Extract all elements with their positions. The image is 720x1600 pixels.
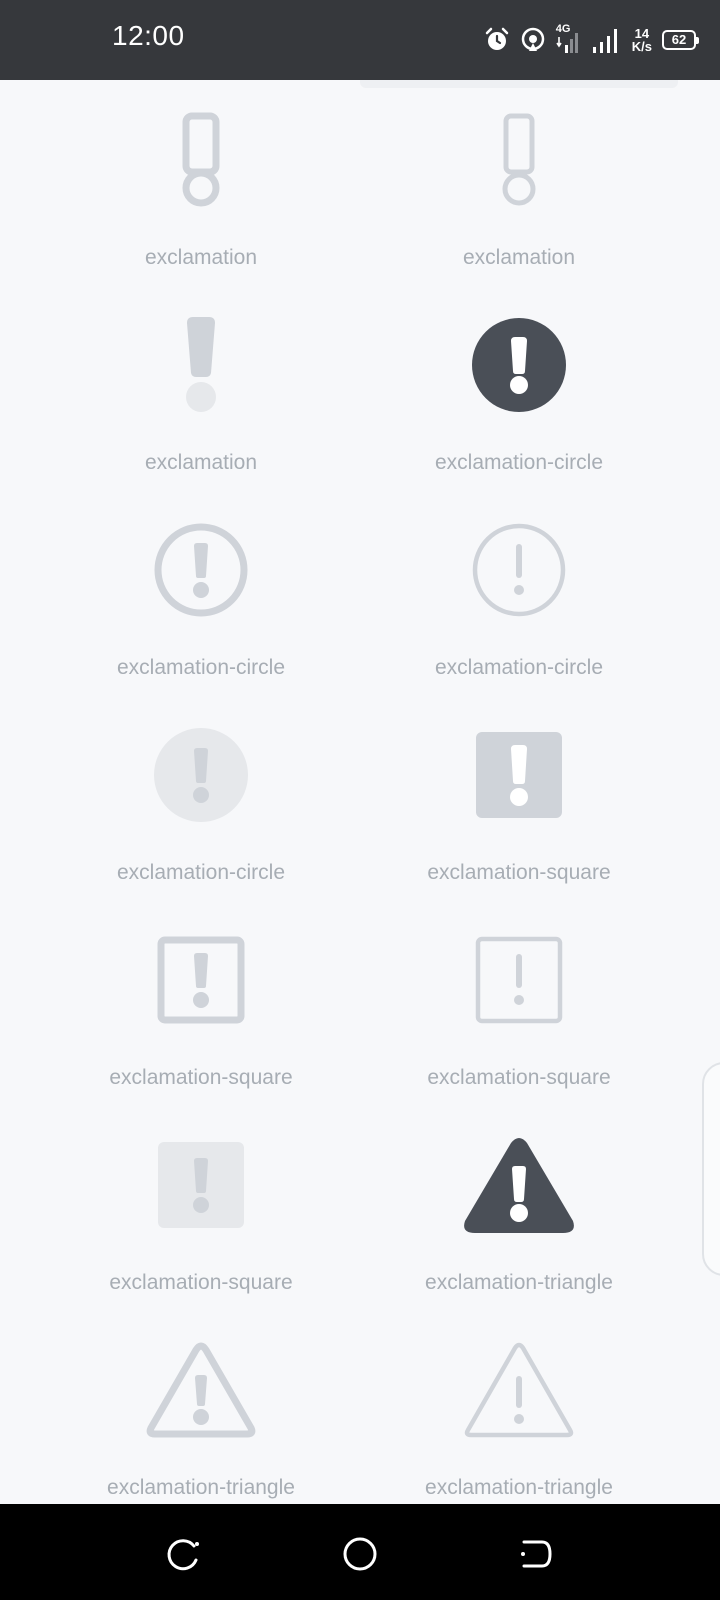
exclamation-square-icon — [476, 732, 562, 818]
icon-label: exclamation-square — [109, 1066, 293, 1089]
home-button[interactable] — [340, 1534, 380, 1574]
icon-cell[interactable]: exclamation-square — [36, 900, 366, 1105]
icon-cell[interactable]: exclamation-circle — [354, 285, 684, 490]
exclamation-icon — [186, 317, 216, 412]
icon-cell[interactable]: exclamation-square — [354, 900, 684, 1105]
icon-label: exclamation — [144, 246, 258, 269]
icon-cell[interactable]: exclamation-triangle — [354, 1105, 684, 1310]
status-bar: 12:00 4G 14 K/s 62 — [0, 0, 720, 80]
navigation-bar — [0, 1504, 720, 1600]
icon-grid: exclamation exclamation exclamation excl… — [0, 80, 720, 1504]
hotspot-icon — [521, 27, 545, 51]
status-icons: 4G 14 K/s 62 — [484, 22, 699, 58]
exclamation-triangle-icon — [464, 1342, 574, 1438]
exclamation-triangle-icon — [146, 1342, 256, 1438]
recent-apps-button[interactable] — [164, 1534, 204, 1574]
back-button[interactable] — [516, 1534, 556, 1574]
signal-strength-icon — [592, 29, 617, 53]
icon-cell[interactable]: exclamation-triangle — [36, 1310, 366, 1504]
icon-label: exclamation-triangle — [425, 1476, 613, 1499]
network-speed-unit: K/s — [631, 39, 652, 54]
exclamation-circle-icon — [154, 523, 248, 617]
icon-label: exclamation-square — [109, 1271, 293, 1294]
alarm-icon — [485, 27, 509, 50]
icon-cell[interactable]: exclamation-circle — [36, 490, 366, 695]
exclamation-circle-icon — [472, 523, 566, 617]
exclamation-icon — [502, 113, 536, 206]
icon-cell[interactable]: exclamation — [354, 80, 684, 285]
icon-label: exclamation-triangle — [425, 1271, 613, 1294]
icon-cell[interactable]: exclamation-triangle — [354, 1310, 684, 1504]
icon-cell[interactable]: exclamation — [36, 285, 366, 490]
exclamation-square-icon — [158, 1142, 244, 1228]
battery-level: 62 — [671, 32, 687, 47]
icon-label: exclamation — [144, 451, 258, 474]
icon-label: exclamation-circle — [116, 656, 286, 679]
exclamation-square-icon — [157, 936, 245, 1024]
icon-cell[interactable]: exclamation-circle — [354, 490, 684, 695]
icon-label: exclamation-circle — [434, 656, 604, 679]
exclamation-circle-icon — [472, 318, 566, 412]
icon-cell[interactable]: exclamation-square — [36, 1105, 366, 1310]
exclamation-triangle-icon — [464, 1138, 574, 1233]
network-speed: 14 K/s — [632, 27, 652, 53]
icon-label: exclamation-square — [427, 861, 611, 884]
icon-label: exclamation-circle — [116, 861, 286, 884]
icon-cell[interactable]: exclamation — [36, 80, 366, 285]
status-time: 12:00 — [112, 20, 185, 51]
exclamation-circle-icon — [154, 728, 248, 822]
exclamation-square-icon — [475, 936, 563, 1024]
icon-label: exclamation-square — [427, 1066, 611, 1089]
side-panel-handle[interactable] — [702, 1062, 720, 1276]
icon-cell[interactable]: exclamation-circle — [36, 695, 366, 900]
icon-label: exclamation-triangle — [107, 1476, 295, 1499]
icon-label: exclamation — [462, 246, 576, 269]
icon-cell[interactable]: exclamation-square — [354, 695, 684, 900]
icon-label: exclamation-circle — [434, 451, 604, 474]
battery-icon: 62 — [662, 30, 699, 50]
mobile-data-icon: 4G — [556, 23, 582, 55]
exclamation-icon — [182, 112, 220, 207]
